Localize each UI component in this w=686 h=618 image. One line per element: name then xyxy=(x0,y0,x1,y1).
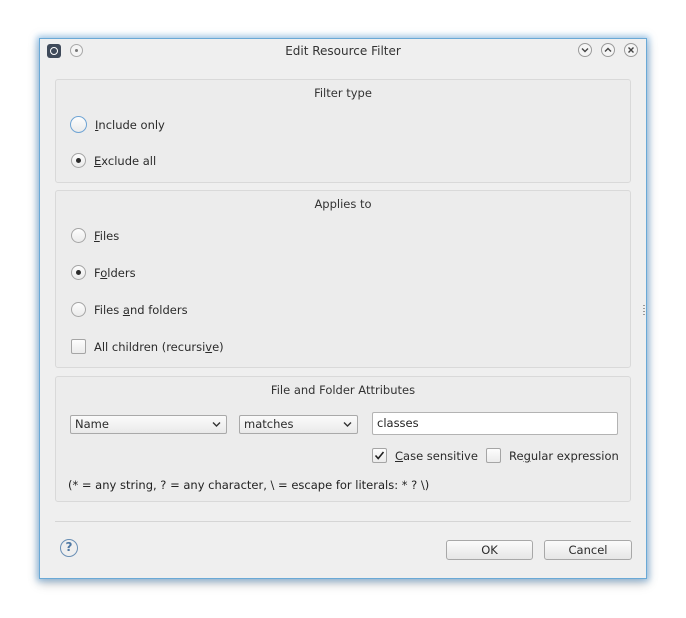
attributes-title: File and Folder Attributes xyxy=(270,383,416,397)
operator-combo[interactable]: matches xyxy=(239,415,358,434)
radio-icon[interactable] xyxy=(70,116,87,133)
regular-expression-checkbox[interactable]: Regular expression xyxy=(486,448,619,463)
files-and-folders-label: Files and folders xyxy=(94,302,188,317)
chevron-down-icon xyxy=(343,422,352,427)
wildcard-hint: (* = any string, ? = any character, \ = … xyxy=(68,478,430,492)
files-label: Files xyxy=(94,228,120,243)
radio-icon[interactable] xyxy=(71,228,86,243)
ok-button[interactable]: OK xyxy=(446,540,533,560)
all-children-label: All children (recursive) xyxy=(94,339,224,354)
attribute-combo-value: Name xyxy=(75,417,109,431)
attribute-combo[interactable]: Name xyxy=(70,415,227,434)
pattern-input[interactable]: classes xyxy=(372,412,618,435)
folders-radio[interactable]: Folders xyxy=(71,265,136,280)
window-title: Edit Resource Filter xyxy=(285,44,401,58)
checkbox-icon[interactable] xyxy=(71,339,86,354)
case-sensitive-checkbox[interactable]: Case sensitive xyxy=(372,448,478,463)
filter-type-group: Filter type Include only Exclude all xyxy=(55,79,631,183)
include-only-label: Include only xyxy=(95,117,165,132)
cancel-button[interactable]: Cancel xyxy=(544,540,632,560)
filter-type-title: Filter type xyxy=(314,86,372,100)
operator-combo-value: matches xyxy=(244,417,294,431)
radio-icon[interactable] xyxy=(71,265,86,280)
include-only-radio[interactable]: Include only xyxy=(70,116,165,133)
applies-to-group: Applies to Files Folders Files and folde… xyxy=(55,190,631,368)
radio-icon[interactable] xyxy=(71,153,86,168)
applies-to-title: Applies to xyxy=(314,197,372,211)
files-radio[interactable]: Files xyxy=(71,228,119,243)
regular-expression-label: Regular expression xyxy=(509,448,619,463)
folders-label: Folders xyxy=(94,265,136,280)
separator xyxy=(55,521,631,522)
minimize-button[interactable] xyxy=(578,43,592,57)
checkbox-icon[interactable] xyxy=(372,448,387,463)
exclude-all-radio[interactable]: Exclude all xyxy=(71,153,156,168)
exclude-all-label: Exclude all xyxy=(94,153,157,168)
files-and-folders-radio[interactable]: Files and folders xyxy=(71,302,188,317)
help-button[interactable]: ? xyxy=(60,539,78,557)
chevron-down-icon xyxy=(212,422,221,427)
case-sensitive-label: Case sensitive xyxy=(395,448,478,463)
title-bar[interactable]: Edit Resource Filter xyxy=(40,39,646,63)
close-button[interactable] xyxy=(624,43,638,57)
edit-resource-filter-dialog: Edit Resource Filter Filter type Include… xyxy=(39,38,647,579)
maximize-button[interactable] xyxy=(601,43,615,57)
checkbox-icon[interactable] xyxy=(486,448,501,463)
resize-grip[interactable] xyxy=(643,305,645,315)
radio-icon[interactable] xyxy=(71,302,86,317)
all-children-checkbox[interactable]: All children (recursive) xyxy=(71,339,224,354)
check-mark-icon xyxy=(374,451,385,460)
